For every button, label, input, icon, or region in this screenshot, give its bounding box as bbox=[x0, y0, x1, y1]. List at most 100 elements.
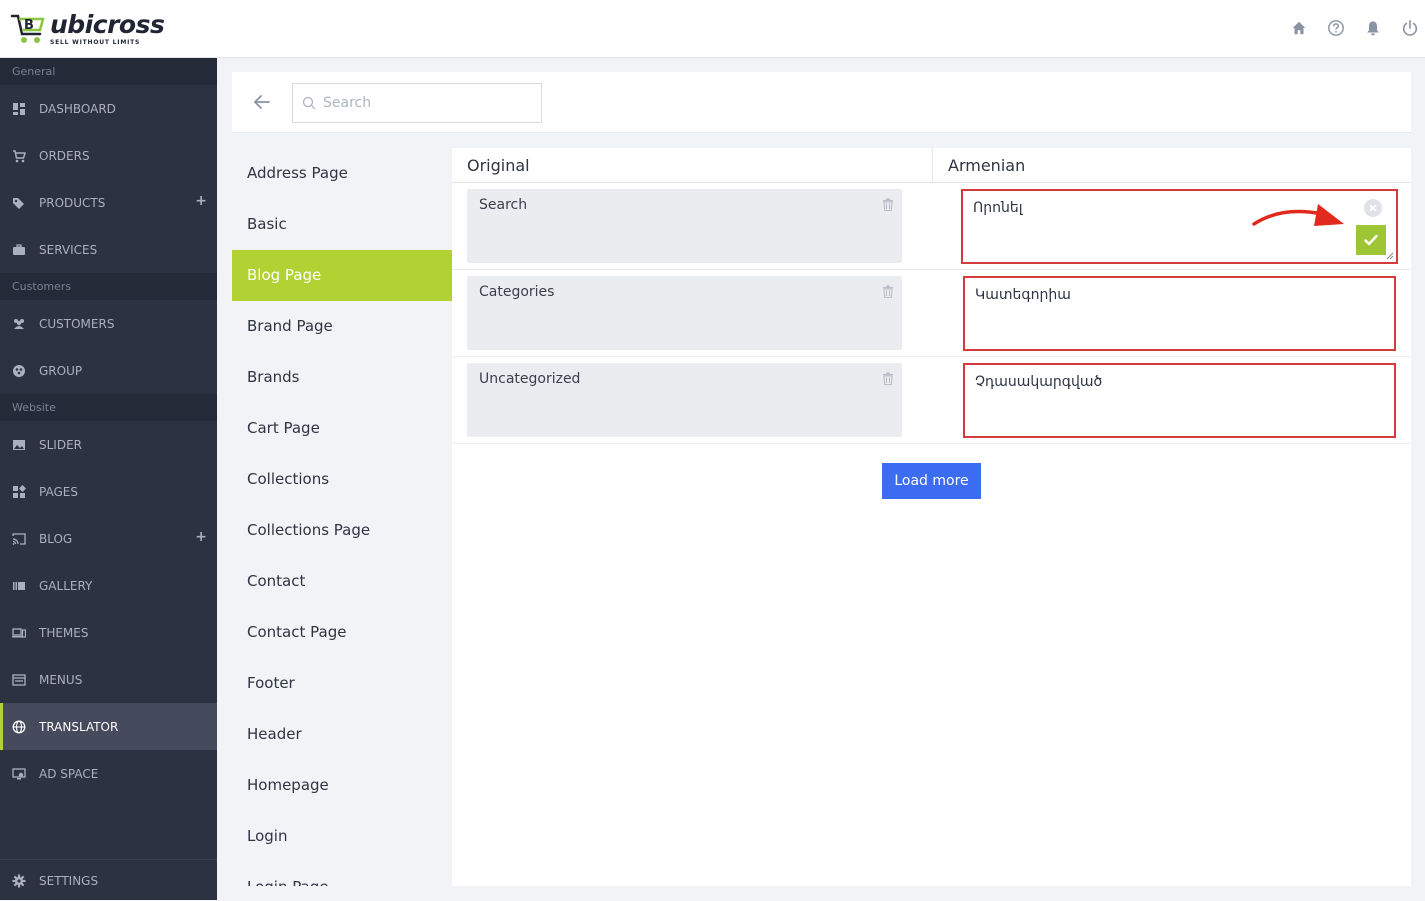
translation-text[interactable]: Չդասակարգված bbox=[975, 374, 1102, 390]
home-icon[interactable] bbox=[1290, 19, 1308, 37]
group-item-collections-page[interactable]: Collections Page bbox=[232, 505, 452, 556]
expand-products-icon[interactable]: + bbox=[195, 193, 207, 209]
sidebar-item-label: THEMES bbox=[39, 625, 89, 640]
check-icon bbox=[1364, 234, 1378, 246]
confirm-button[interactable] bbox=[1356, 225, 1386, 255]
group-item-contact-page[interactable]: Contact Page bbox=[232, 607, 452, 658]
search-input[interactable] bbox=[323, 92, 533, 114]
brand-logo[interactable]: B ubicross SELL WITHOUT LIMITS bbox=[10, 10, 170, 48]
sidebar-item-label: CUSTOMERS bbox=[39, 316, 115, 331]
sidebar-item-label: SLIDER bbox=[39, 437, 83, 452]
trash-icon[interactable] bbox=[882, 198, 894, 211]
original-text-box: Categories bbox=[467, 276, 902, 350]
monitor-icon bbox=[12, 767, 26, 779]
group-icon bbox=[13, 364, 25, 377]
group-item-basic[interactable]: Basic bbox=[232, 199, 452, 250]
original-column-header: Original bbox=[467, 156, 530, 175]
sidebar-item-label: PRODUCTS bbox=[39, 195, 106, 210]
sidebar-item-themes[interactable]: THEMES bbox=[0, 609, 217, 656]
cart-icon bbox=[13, 149, 26, 162]
group-item-homepage[interactable]: Homepage bbox=[232, 760, 452, 811]
back-arrow-icon[interactable] bbox=[252, 92, 272, 112]
resize-handle-icon[interactable] bbox=[1386, 252, 1394, 260]
sidebar-item-slider[interactable]: SLIDER bbox=[0, 421, 217, 468]
group-item-cart-page[interactable]: Cart Page bbox=[232, 403, 452, 454]
gear-icon bbox=[12, 874, 26, 887]
sidebar-item-label: GROUP bbox=[39, 363, 83, 378]
group-item-login-page[interactable]: Login Page bbox=[232, 862, 452, 886]
group-item-brand-page[interactable]: Brand Page bbox=[232, 301, 452, 352]
sidebar-item-label: MENUS bbox=[39, 672, 83, 687]
translation-text[interactable]: Կատեգորիա bbox=[975, 287, 1071, 303]
group-item-collections[interactable]: Collections bbox=[232, 454, 452, 505]
sidebar-item-label: SETTINGS bbox=[39, 873, 99, 888]
sidebar-item-translator[interactable]: TRANSLATOR bbox=[0, 703, 217, 750]
translation-group-list: Address Page Basic Blog Page Brand Page … bbox=[232, 148, 452, 886]
clear-icon[interactable] bbox=[1364, 199, 1382, 217]
sidebar-item-pages[interactable]: PAGES bbox=[0, 468, 217, 515]
top-bar: B ubicross SELL WITHOUT LIMITS bbox=[0, 0, 1425, 58]
gallery-icon bbox=[13, 581, 25, 590]
sidebar-item-customers[interactable]: CUSTOMERS bbox=[0, 300, 217, 347]
brand-name: ubicross bbox=[50, 10, 165, 39]
sidebar-item-label: DASHBOARD bbox=[39, 101, 116, 116]
sidebar-item-label: ORDERS bbox=[39, 148, 90, 163]
group-item-blog-page[interactable]: Blog Page bbox=[232, 250, 452, 301]
bell-icon[interactable] bbox=[1364, 19, 1382, 37]
sidebar-item-blog[interactable]: BLOG + bbox=[0, 515, 217, 562]
power-icon[interactable] bbox=[1401, 19, 1419, 37]
table-row: Categories Կատեգորիա bbox=[452, 270, 1411, 357]
sidebar-item-ad-space[interactable]: AD SPACE bbox=[0, 750, 217, 797]
search-bar bbox=[232, 72, 1411, 133]
dashboard-icon bbox=[13, 102, 25, 115]
annotation-arrow-icon bbox=[1252, 204, 1344, 226]
cast-icon bbox=[12, 532, 26, 545]
trash-icon[interactable] bbox=[882, 372, 894, 385]
sidebar-item-label: BLOG bbox=[39, 531, 73, 546]
search-field[interactable] bbox=[292, 83, 542, 123]
sidebar-section-website: Website bbox=[0, 394, 217, 421]
translation-input[interactable]: Կատեգորիա bbox=[963, 276, 1396, 351]
sidebar-item-label: GALLERY bbox=[39, 578, 93, 593]
original-text: Uncategorized bbox=[479, 371, 581, 387]
group-item-footer[interactable]: Footer bbox=[232, 658, 452, 709]
briefcase-icon bbox=[13, 243, 25, 255]
original-text-box: Uncategorized bbox=[467, 363, 902, 437]
expand-blog-icon[interactable]: + bbox=[195, 529, 207, 545]
image-icon bbox=[13, 439, 25, 450]
load-more-button[interactable]: Load more bbox=[882, 463, 981, 499]
trash-icon[interactable] bbox=[882, 285, 894, 298]
sidebar-item-dashboard[interactable]: DASHBOARD bbox=[0, 85, 217, 132]
help-icon[interactable] bbox=[1327, 19, 1345, 37]
users-icon bbox=[14, 318, 24, 329]
sidebar-section-general: General bbox=[0, 58, 217, 85]
cart-logo-icon: B bbox=[10, 14, 45, 43]
globe-icon bbox=[12, 720, 26, 733]
group-item-header[interactable]: Header bbox=[232, 709, 452, 760]
sidebar: General DASHBOARD ORDERS PRODUCTS + SERV… bbox=[0, 58, 217, 900]
sidebar-item-gallery[interactable]: GALLERY bbox=[0, 562, 217, 609]
pages-icon bbox=[13, 484, 26, 498]
sidebar-item-label: AD SPACE bbox=[39, 766, 99, 781]
search-icon bbox=[302, 96, 316, 110]
devices-icon bbox=[12, 627, 26, 638]
sidebar-item-services[interactable]: SERVICES bbox=[0, 226, 217, 273]
header-divider bbox=[932, 148, 933, 182]
translation-input[interactable]: Չդասակարգված bbox=[963, 363, 1396, 438]
group-item-login[interactable]: Login bbox=[232, 811, 452, 862]
svg-text:B: B bbox=[24, 18, 34, 33]
sidebar-item-products[interactable]: PRODUCTS + bbox=[0, 179, 217, 226]
group-item-address-page[interactable]: Address Page bbox=[232, 148, 452, 199]
sidebar-item-settings[interactable]: SETTINGS bbox=[0, 860, 217, 901]
tags-icon bbox=[13, 197, 24, 209]
group-item-brands[interactable]: Brands bbox=[232, 352, 452, 403]
sidebar-item-orders[interactable]: ORDERS bbox=[0, 132, 217, 179]
sidebar-item-group[interactable]: GROUP bbox=[0, 347, 217, 394]
original-text-box: Search bbox=[467, 189, 902, 263]
original-text: Search bbox=[479, 197, 528, 213]
sidebar-item-menus[interactable]: MENUS bbox=[0, 656, 217, 703]
group-item-contact[interactable]: Contact bbox=[232, 556, 452, 607]
brand-tagline: SELL WITHOUT LIMITS bbox=[50, 39, 141, 46]
sidebar-item-label: TRANSLATOR bbox=[39, 719, 119, 734]
translation-text[interactable]: Որոնել bbox=[973, 200, 1023, 216]
